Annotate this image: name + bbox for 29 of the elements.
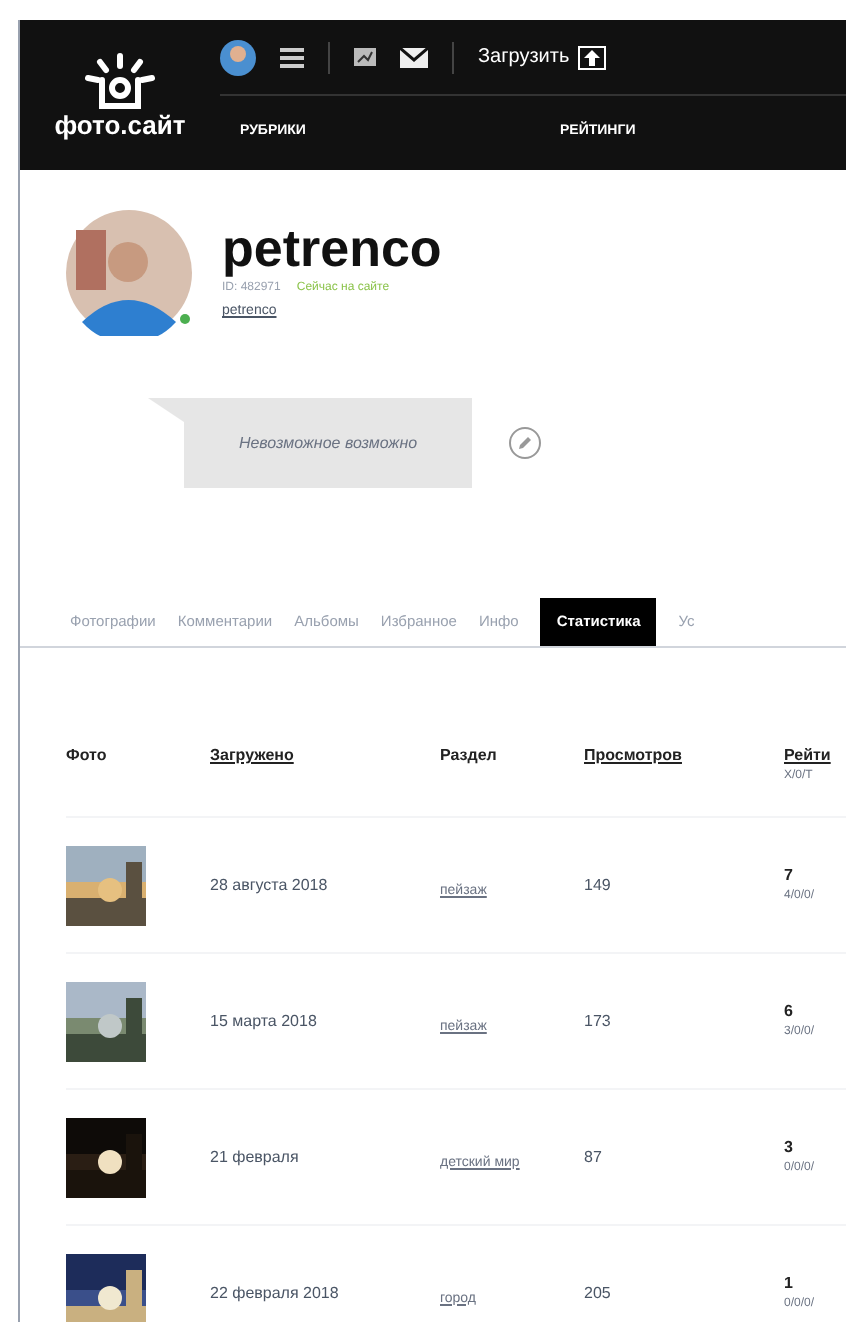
column-header: Фото — [66, 744, 109, 768]
table-cell-text: 149 — [584, 873, 613, 897]
rating-value: 3 — [784, 1136, 795, 1160]
column-header[interactable]: Загружено — [210, 744, 440, 768]
motto-text: Невозможное возможно — [238, 431, 418, 455]
column-header[interactable]: Рейти — [784, 744, 846, 768]
pencil-icon[interactable] — [508, 426, 542, 460]
upload-button[interactable]: Загрузить — [478, 42, 606, 72]
rating-value: 7 — [784, 864, 795, 888]
column-header: Раздел — [440, 744, 499, 768]
avatar-icon[interactable] — [220, 39, 256, 75]
mail-icon[interactable] — [400, 47, 428, 67]
username: petrenco — [222, 222, 442, 274]
menu-icon[interactable] — [280, 47, 304, 67]
table-cell-text: 173 — [584, 1009, 613, 1033]
column-header[interactable]: Просмотров — [584, 744, 784, 768]
user-avatar — [66, 210, 192, 336]
table-cell-text: 205 — [584, 1281, 613, 1305]
table-cell-text: 28 августа 2018 — [210, 873, 330, 897]
table-cell-text: 87 — [584, 1145, 604, 1169]
rating-value: 6 — [784, 1000, 795, 1024]
table-cell-text: 22 февраля 2018 — [210, 1281, 341, 1305]
table-cell-text: 15 марта 2018 — [210, 1009, 319, 1033]
camera-logo-icon — [84, 52, 156, 112]
logo-text: фото.сайт — [54, 112, 186, 138]
chart-icon[interactable] — [354, 48, 376, 66]
rating-value: 1 — [784, 1272, 795, 1296]
upload-icon — [577, 45, 606, 69]
table-cell-text: 21 февраля — [210, 1145, 301, 1169]
